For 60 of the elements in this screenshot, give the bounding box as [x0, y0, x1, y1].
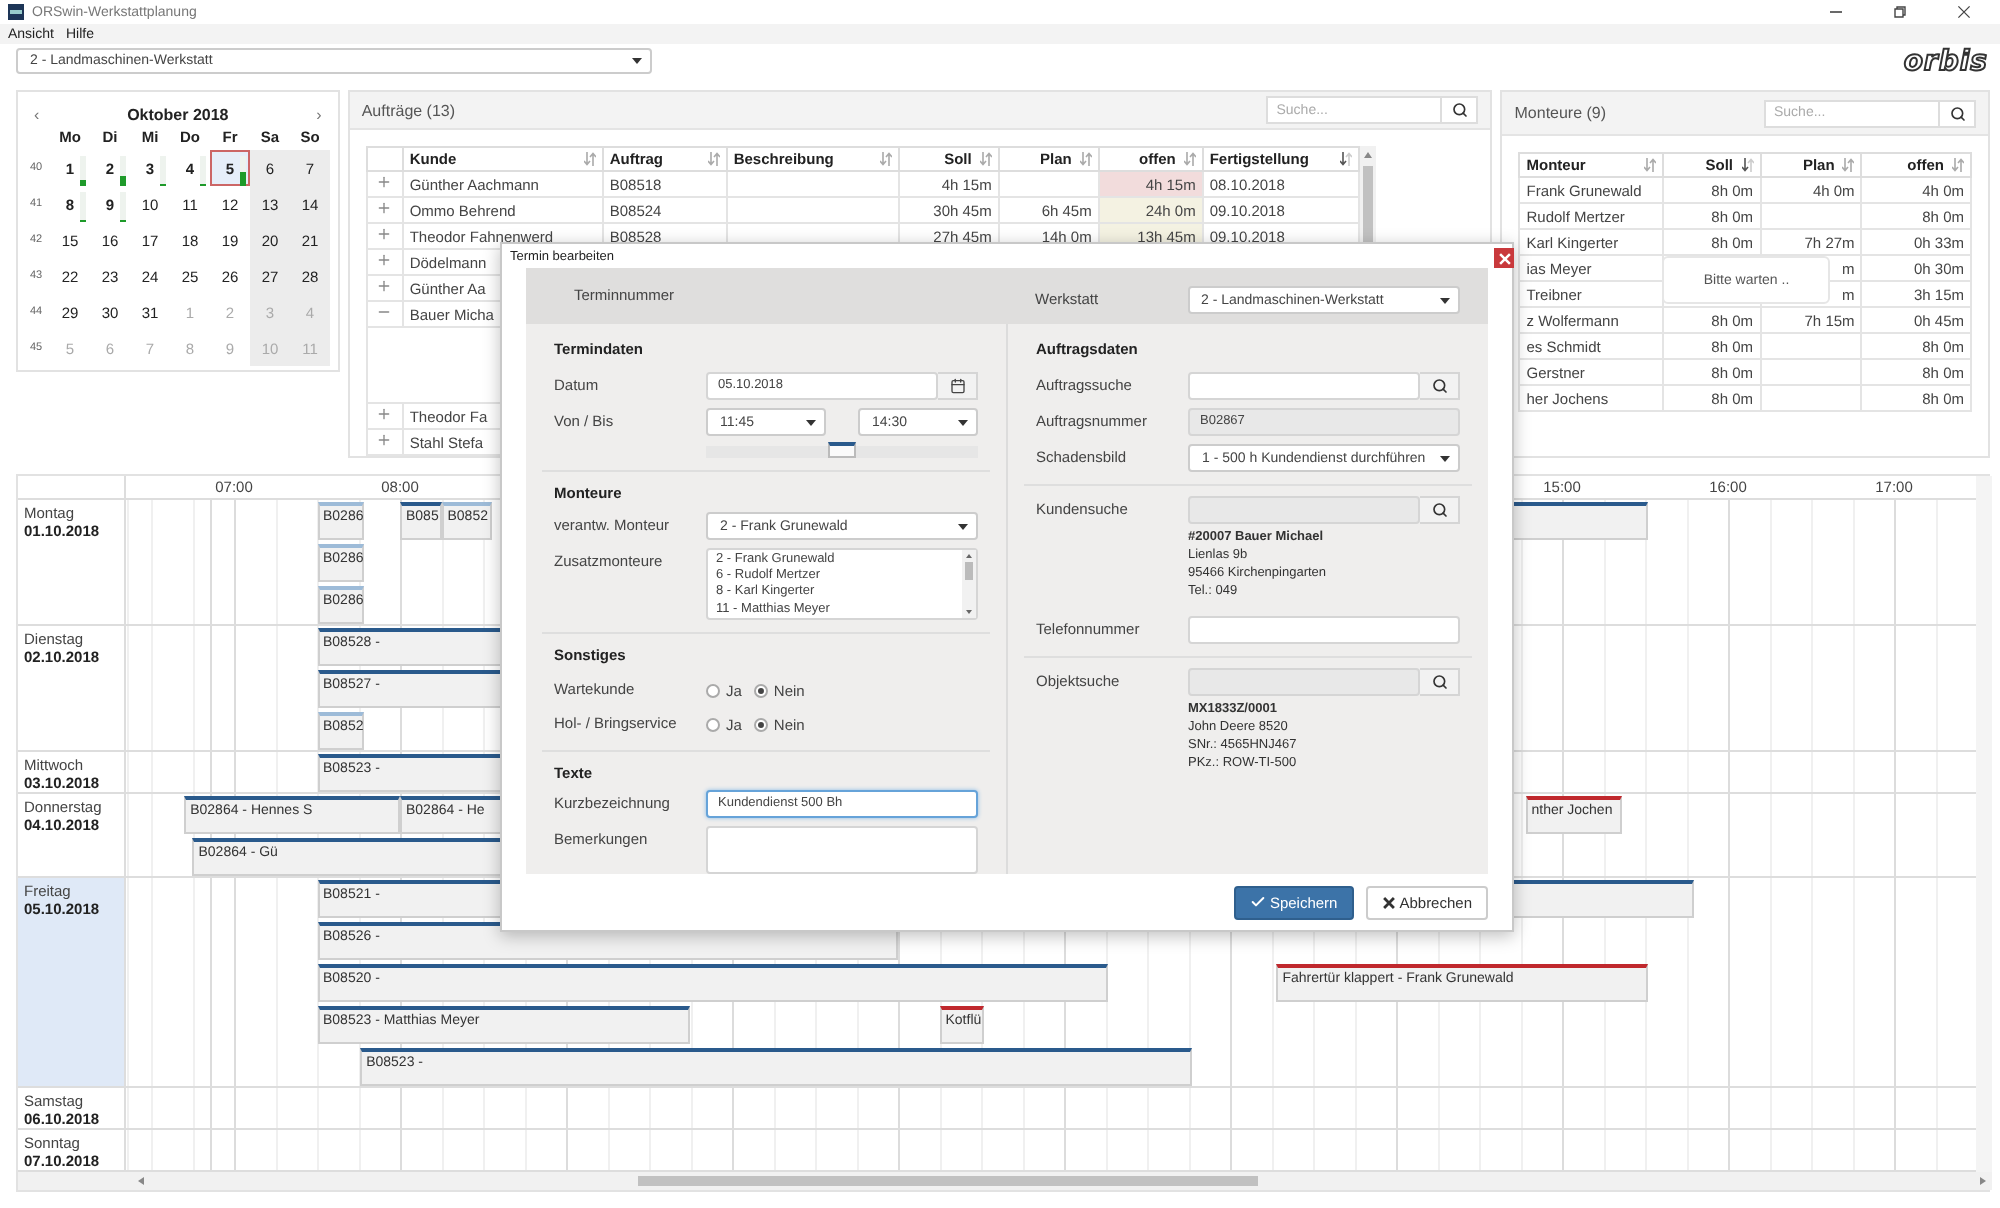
sort-icon	[1643, 158, 1656, 172]
close-icon	[1956, 4, 1972, 20]
scrollbar[interactable]	[18, 1172, 1992, 1190]
caret-icon	[632, 58, 642, 64]
sort-icon	[583, 152, 596, 166]
search-button[interactable]	[1442, 96, 1479, 124]
search-icon	[1431, 502, 1447, 519]
sort-icon	[707, 152, 720, 166]
scrollbar[interactable]	[962, 550, 976, 619]
caret-icon	[958, 523, 968, 530]
logo: orbis	[1903, 45, 1988, 77]
expand-icon[interactable]	[376, 226, 393, 242]
next-month-button[interactable]: ›	[312, 105, 326, 123]
month-title: Oktober 2018	[127, 105, 229, 123]
search-icon	[1949, 105, 1965, 121]
search-button[interactable]	[1420, 668, 1460, 697]
radio-button[interactable]	[753, 683, 768, 698]
previous-month-button[interactable]: ‹	[30, 105, 44, 123]
restore-icon	[1892, 4, 1908, 20]
search-icon	[1431, 378, 1447, 395]
panel-title: Aufträge (13)	[361, 101, 456, 119]
close-icon	[1497, 251, 1511, 265]
search-field[interactable]	[1188, 372, 1420, 401]
search-button[interactable]	[1940, 99, 1976, 127]
scrollbar[interactable]	[1976, 476, 1992, 1172]
search-button[interactable]	[1420, 496, 1460, 525]
expand-icon[interactable]	[376, 432, 393, 448]
sort-icon	[879, 152, 892, 166]
time-slider[interactable]	[706, 446, 978, 459]
sort-icon	[1952, 158, 1964, 172]
expand-icon[interactable]	[376, 174, 393, 190]
expand-icon[interactable]	[376, 278, 393, 294]
check-icon	[1249, 894, 1266, 911]
radio-button[interactable]	[753, 717, 768, 732]
sort-icon	[979, 152, 992, 166]
remarks-field[interactable]	[706, 826, 978, 875]
radio-button[interactable]	[706, 717, 720, 732]
sort-icon	[1183, 152, 1196, 166]
slider-thumb[interactable]	[828, 442, 856, 459]
close-icon	[1381, 895, 1396, 910]
expand-icon[interactable]	[376, 252, 393, 268]
panel-title: Monteure (9)	[1514, 104, 1607, 122]
close-button[interactable]	[1494, 248, 1514, 268]
caret-icon	[1439, 297, 1449, 304]
radio-button[interactable]	[706, 683, 720, 698]
expand-icon[interactable]	[376, 406, 393, 422]
expand-icon[interactable]	[376, 200, 393, 216]
sort-icon	[1842, 158, 1855, 172]
sort-icon	[1741, 158, 1754, 172]
search-icon	[1431, 674, 1447, 691]
phone-field[interactable]	[1188, 616, 1460, 645]
sort-icon	[1339, 152, 1352, 166]
sort-icon	[1079, 152, 1092, 166]
caret-icon	[958, 419, 968, 426]
search-button[interactable]	[1420, 372, 1460, 401]
calendar-icon	[949, 378, 965, 395]
caret-icon	[806, 419, 816, 426]
search-icon	[1451, 102, 1468, 118]
calendar-button[interactable]	[938, 372, 978, 401]
app-icon	[8, 4, 24, 20]
